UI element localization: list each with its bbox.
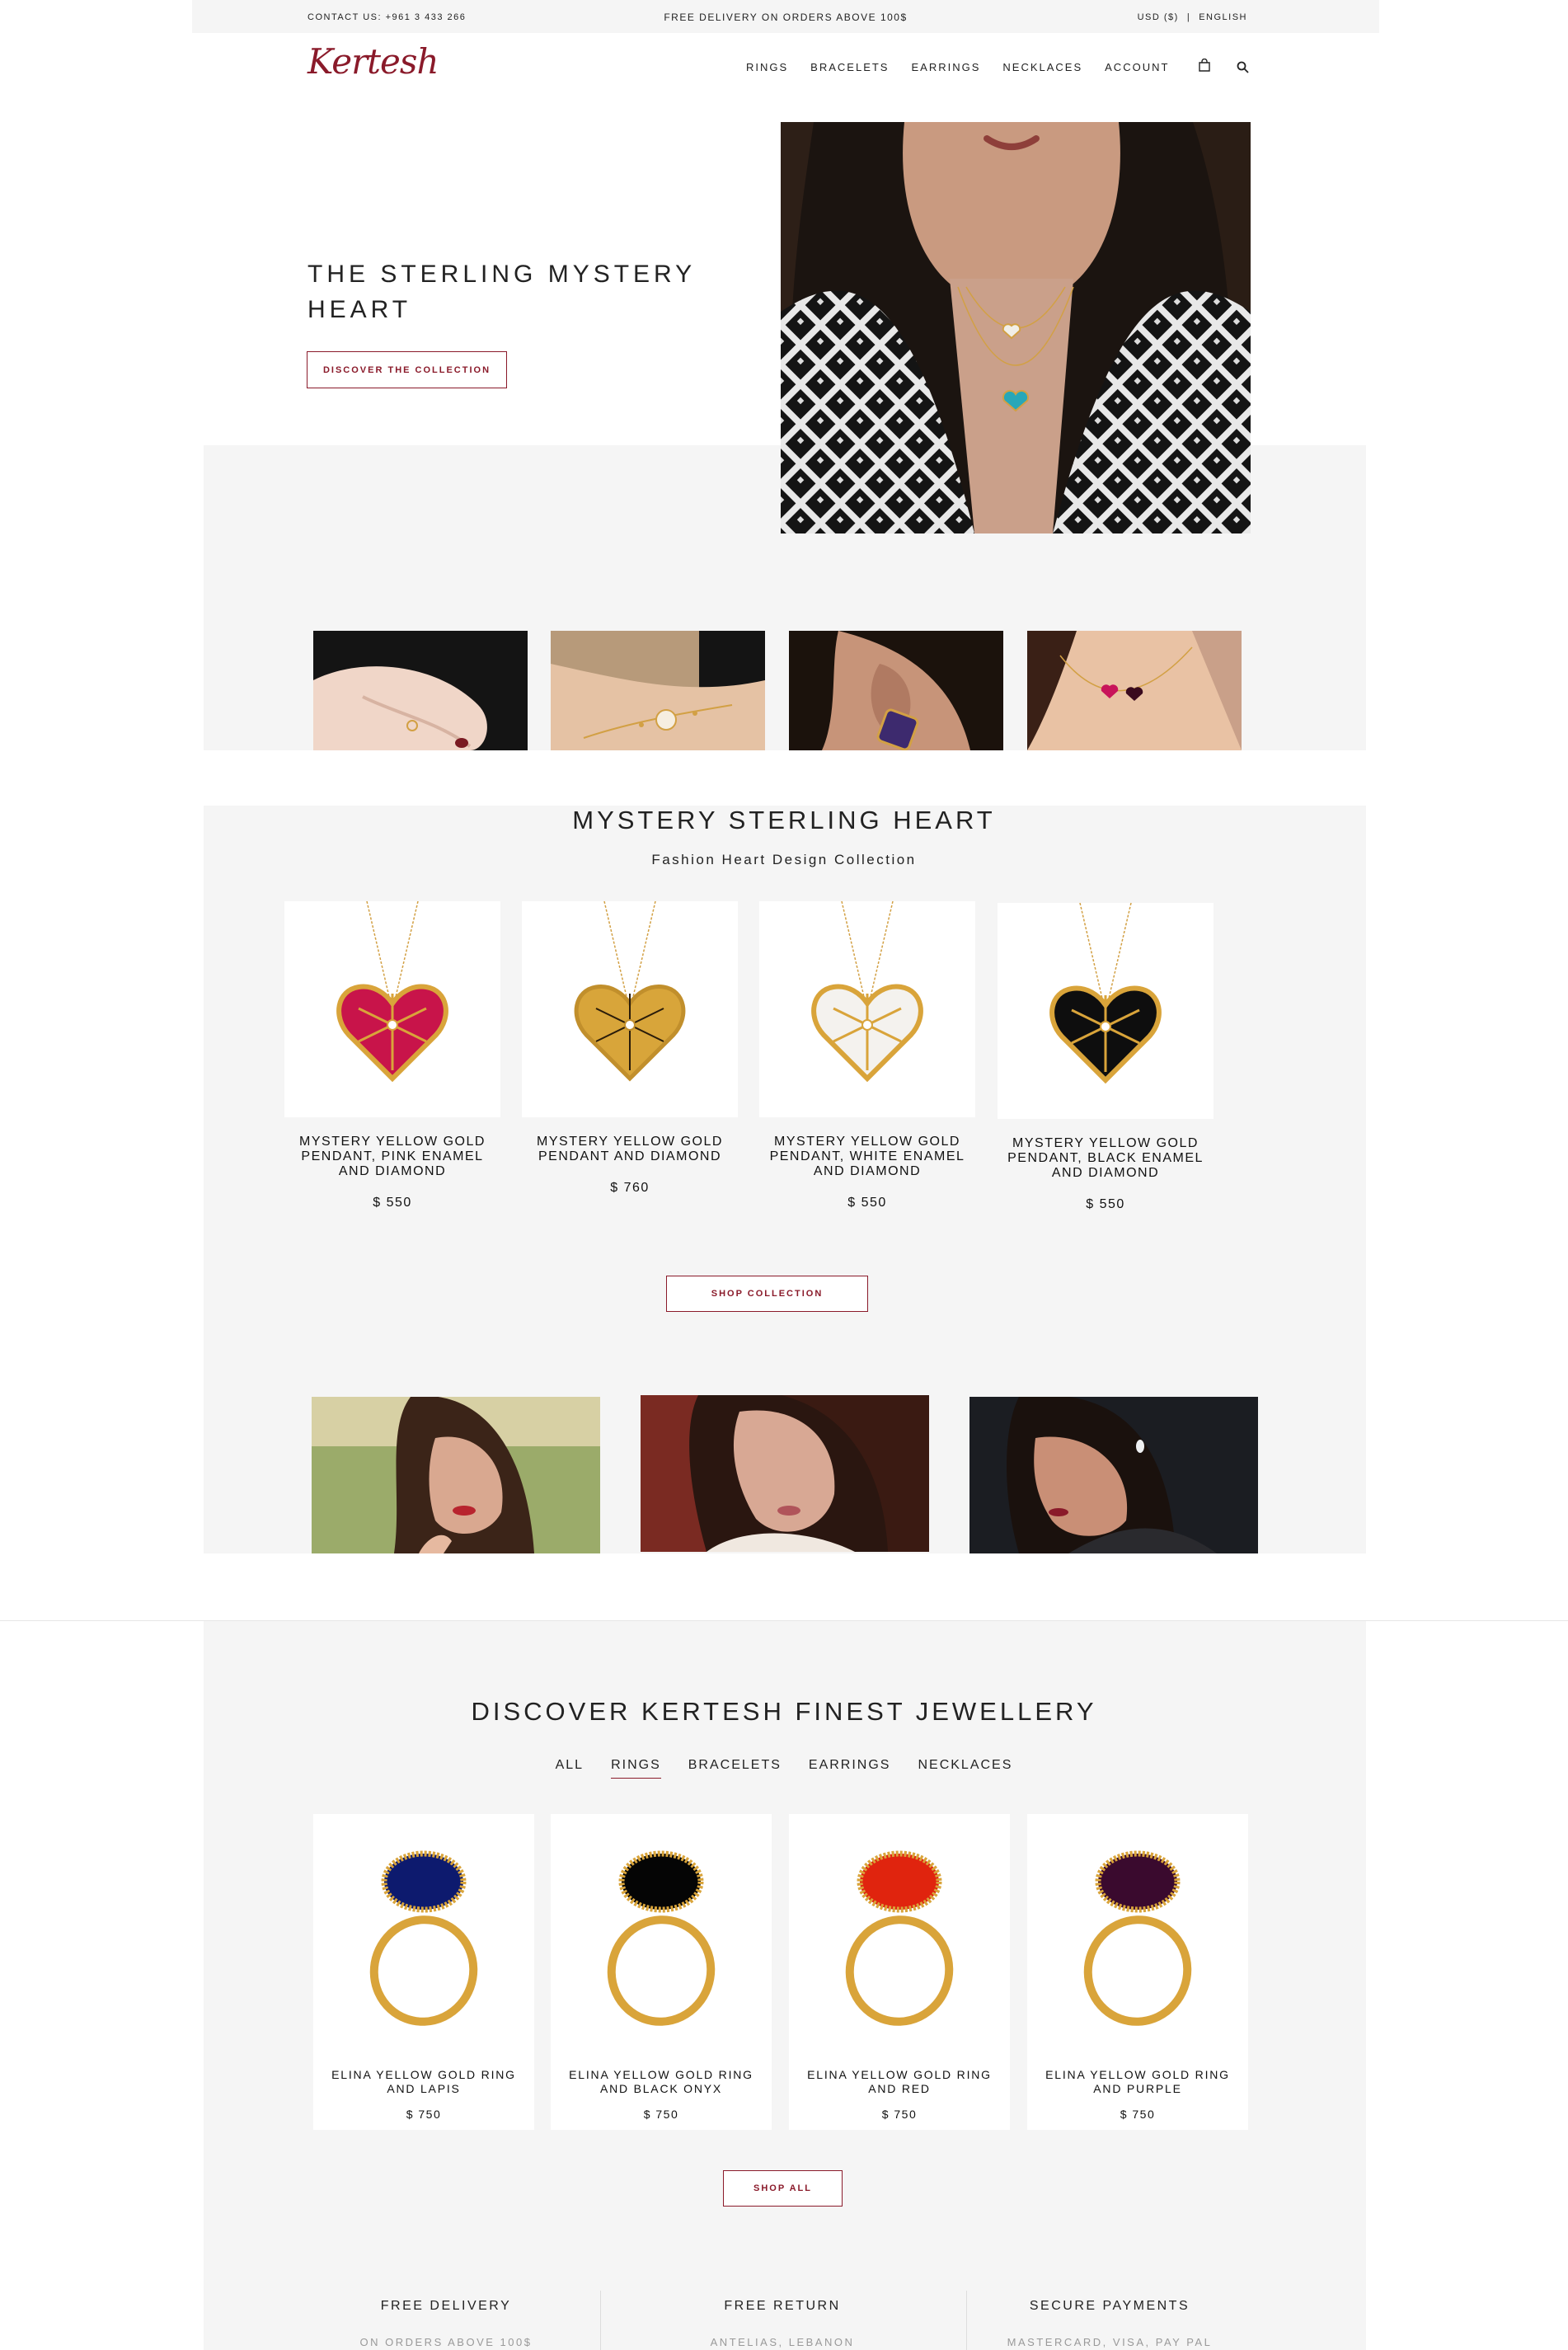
- tab-earrings[interactable]: EARRINGS: [809, 1758, 891, 1779]
- mystery-subtitle: Fashion Heart Design Collection: [651, 852, 917, 867]
- product-price: $ 550: [847, 1196, 887, 1210]
- tab-all[interactable]: ALL: [556, 1758, 584, 1779]
- product-image[interactable]: [284, 901, 500, 1117]
- ring-card[interactable]: ELINA YELLOW GOLD RING AND LAPIS $ 750: [313, 1814, 534, 2130]
- ring-image[interactable]: [789, 1814, 1010, 2035]
- feature-subtitle: ON ORDERS ABOVE 100$: [359, 2336, 533, 2348]
- main-nav: RINGS BRACELETS EARRINGS NECKLACES ACCOU…: [746, 61, 1169, 73]
- model-image[interactable]: [312, 1397, 600, 1553]
- product-name[interactable]: MYSTERY YELLOW GOLD PENDANT, PINK ENAMEL…: [284, 1135, 500, 1179]
- model-image[interactable]: [969, 1397, 1258, 1553]
- product-image[interactable]: [522, 901, 738, 1117]
- model-image[interactable]: [641, 1395, 929, 1552]
- announcement-bar: CONTACT US: +961 3 433 266 FREE DELIVERY…: [192, 0, 1379, 33]
- product-name[interactable]: MYSTERY YELLOW GOLD PENDANT, WHITE ENAME…: [759, 1135, 975, 1179]
- feature-secure-payments: SECURE PAYMENTS MASTERCARD, VISA, PAY PA…: [945, 2299, 1275, 2348]
- shop-all-button[interactable]: SHOP ALL: [723, 2170, 843, 2207]
- currency-select[interactable]: USD ($): [1138, 12, 1179, 22]
- nav-account[interactable]: ACCOUNT: [1105, 61, 1169, 73]
- feature-free-return: FREE RETURN ANTELIAS, LEBANON: [617, 2299, 947, 2348]
- tab-rings[interactable]: RINGS: [611, 1758, 661, 1779]
- nav-bracelets[interactable]: BRACELETS: [810, 61, 889, 73]
- feature-title: FREE DELIVERY: [380, 2299, 512, 2313]
- language-select[interactable]: ENGLISH: [1199, 12, 1247, 22]
- product-card[interactable]: MYSTERY YELLOW GOLD PENDANT, PINK ENAMEL…: [284, 901, 500, 1210]
- tab-bracelets[interactable]: BRACELETS: [688, 1758, 782, 1779]
- category-rings-image[interactable]: [313, 631, 528, 750]
- ring-card[interactable]: ELINA YELLOW GOLD RING AND BLACK ONYX $ …: [551, 1814, 772, 2130]
- category-earrings-image[interactable]: [789, 631, 1003, 750]
- feature-free-delivery: FREE DELIVERY ON ORDERS ABOVE 100$: [281, 2299, 611, 2348]
- feature-subtitle: ANTELIAS, LEBANON: [710, 2336, 855, 2348]
- feature-title: SECURE PAYMENTS: [1029, 2299, 1190, 2313]
- product-card[interactable]: MYSTERY YELLOW GOLD PENDANT, WHITE ENAME…: [759, 901, 975, 1210]
- category-bracelets-image[interactable]: [551, 631, 765, 750]
- product-name[interactable]: MYSTERY YELLOW GOLD PENDANT AND DIAMOND: [522, 1135, 738, 1164]
- tab-necklaces[interactable]: NECKLACES: [918, 1758, 1012, 1779]
- ring-name[interactable]: ELINA YELLOW GOLD RING AND BLACK ONYX: [551, 2068, 772, 2096]
- product-price: $ 760: [610, 1181, 650, 1195]
- feature-title: FREE RETURN: [724, 2299, 841, 2313]
- ring-card[interactable]: ELINA YELLOW GOLD RING AND RED $ 750: [789, 1814, 1010, 2130]
- ring-card[interactable]: ELINA YELLOW GOLD RING AND PURPLE $ 750: [1027, 1814, 1248, 2130]
- search-icon[interactable]: [1237, 61, 1249, 73]
- ring-price: $ 750: [406, 2108, 442, 2121]
- product-image[interactable]: [759, 901, 975, 1117]
- brand-logo[interactable]: Kertesh: [307, 41, 439, 82]
- product-card[interactable]: MYSTERY YELLOW GOLD PENDANT AND DIAMOND …: [522, 901, 738, 1196]
- hero-image[interactable]: [781, 122, 1251, 533]
- product-price: $ 550: [1086, 1197, 1125, 1211]
- ring-price: $ 750: [1120, 2108, 1156, 2121]
- ring-image[interactable]: [313, 1814, 534, 2035]
- product-price: $ 550: [373, 1196, 412, 1210]
- nav-necklaces[interactable]: NECKLACES: [1002, 61, 1082, 73]
- ring-price: $ 750: [643, 2108, 679, 2121]
- feature-divider: [600, 2291, 601, 2350]
- nav-earrings[interactable]: EARRINGS: [911, 61, 980, 73]
- ring-name[interactable]: ELINA YELLOW GOLD RING AND LAPIS: [313, 2068, 534, 2096]
- shop-collection-button[interactable]: SHOP COLLECTION: [666, 1276, 868, 1312]
- product-card[interactable]: MYSTERY YELLOW GOLD PENDANT, BLACK ENAME…: [998, 903, 1214, 1212]
- locale-separator: |: [1186, 12, 1191, 22]
- ring-price: $ 750: [881, 2108, 918, 2121]
- ring-name[interactable]: ELINA YELLOW GOLD RING AND RED: [789, 2068, 1010, 2096]
- ring-name[interactable]: ELINA YELLOW GOLD RING AND PURPLE: [1027, 2068, 1248, 2096]
- product-name[interactable]: MYSTERY YELLOW GOLD PENDANT, BLACK ENAME…: [998, 1136, 1214, 1181]
- discover-collection-button[interactable]: DISCOVER THE COLLECTION: [307, 351, 507, 388]
- discover-title: DISCOVER KERTESH FINEST JEWELLERY: [471, 1697, 1097, 1726]
- ring-image[interactable]: [551, 1814, 772, 2035]
- locale-switcher: USD ($) | ENGLISH: [1138, 12, 1247, 22]
- category-tabs: ALL RINGS BRACELETS EARRINGS NECKLACES: [0, 1758, 1568, 1779]
- feature-subtitle: MASTERCARD, VISA, PAY PAL: [1007, 2336, 1213, 2348]
- shopping-bag-icon[interactable]: [1199, 59, 1210, 72]
- category-necklaces-image[interactable]: [1027, 631, 1242, 750]
- nav-rings[interactable]: RINGS: [746, 61, 788, 73]
- mystery-title: MYSTERY STERLING HEART: [572, 806, 996, 834]
- ring-image[interactable]: [1027, 1814, 1248, 2035]
- hero-title: THE STERLING MYSTERY HEART: [307, 261, 696, 323]
- product-image[interactable]: [998, 903, 1214, 1119]
